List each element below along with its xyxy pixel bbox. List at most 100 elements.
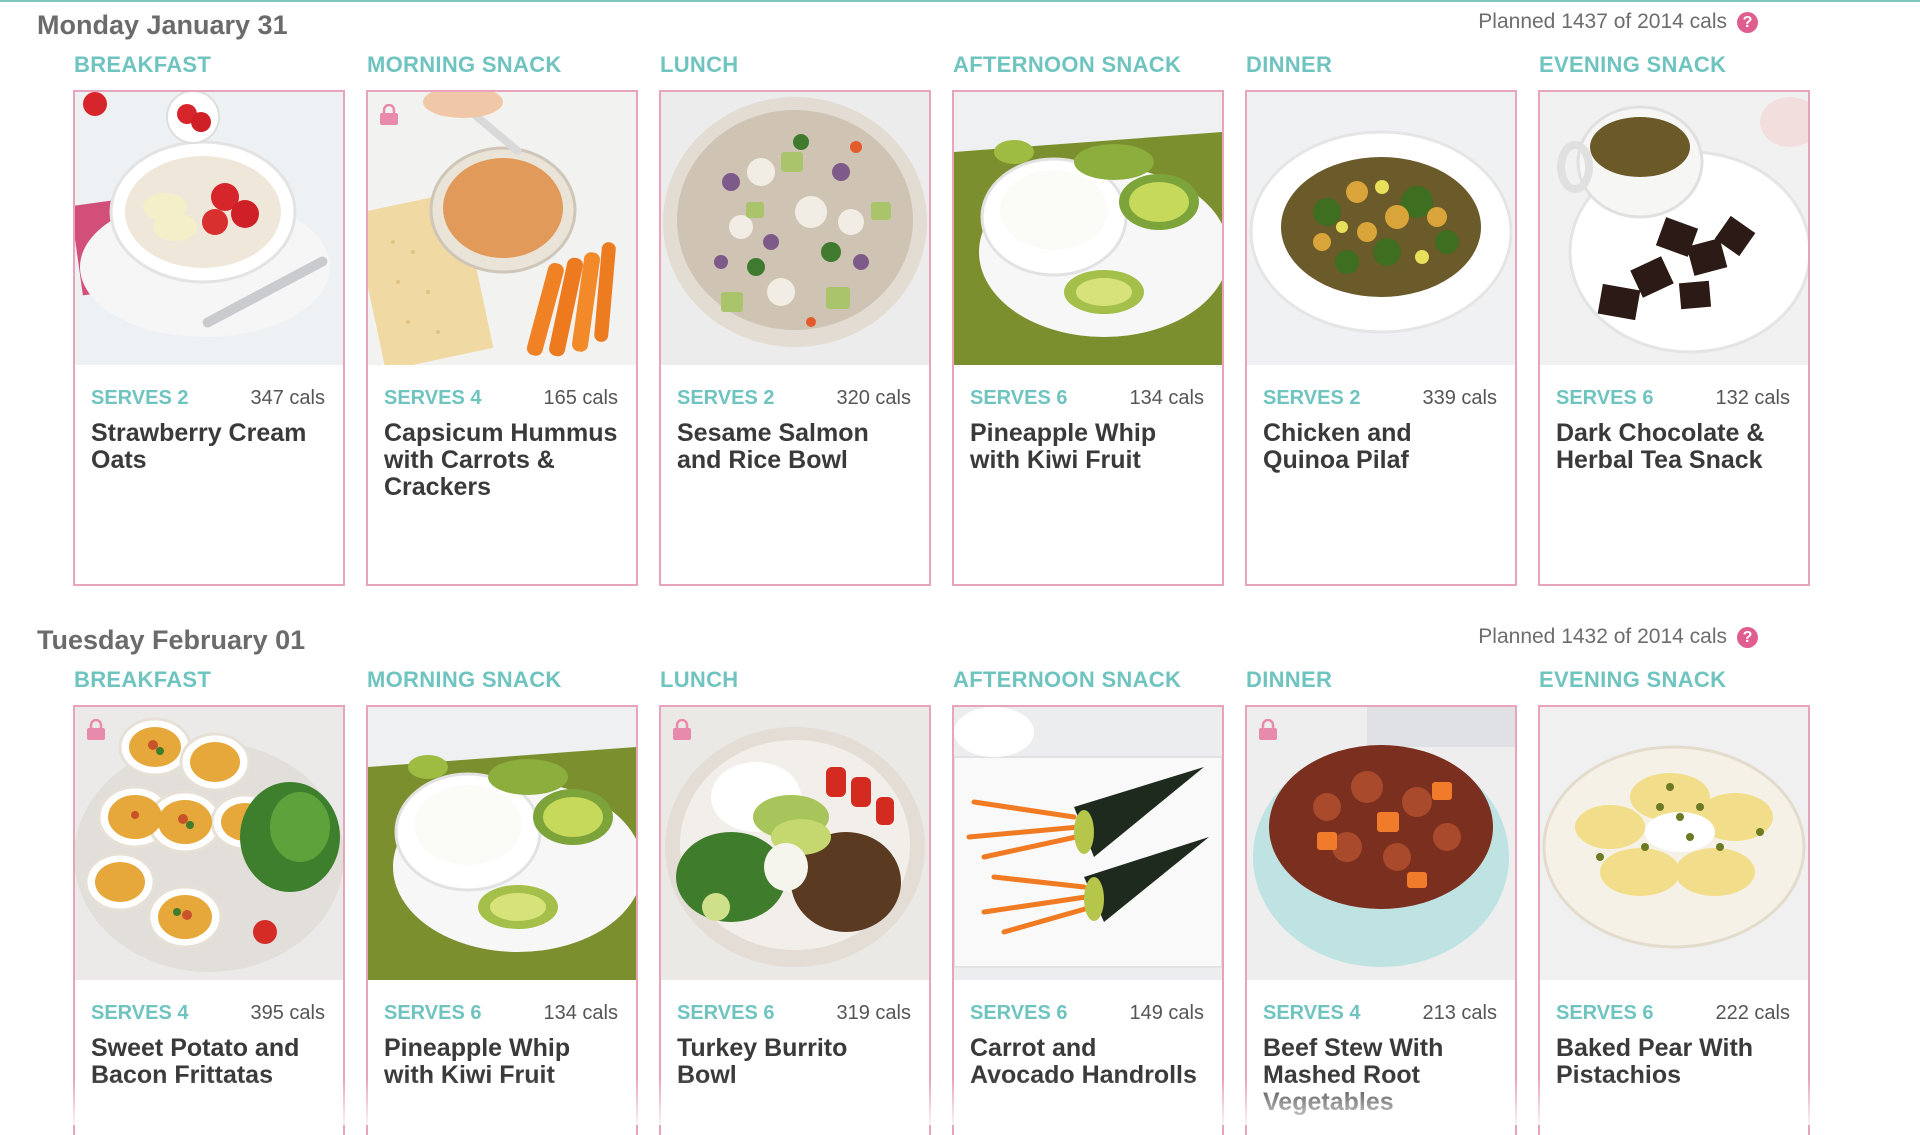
recipe-meta: SERVES 6 134 cals bbox=[970, 387, 1204, 410]
serves-count: SERVES 2 bbox=[677, 387, 775, 409]
recipe-name[interactable]: Pineapple Whip with Kiwi Fruit bbox=[970, 420, 1206, 474]
meal-label: DINNER bbox=[1246, 667, 1333, 692]
recipe-card[interactable]: SERVES 6 319 cals Turkey Burrito Bowl bbox=[659, 705, 931, 1135]
recipe-photo[interactable] bbox=[1247, 707, 1515, 980]
recipe-name[interactable]: Chicken and Quinoa Pilaf bbox=[1263, 420, 1499, 474]
lock-icon[interactable] bbox=[1258, 719, 1278, 741]
meal-label: BREAKFAST bbox=[74, 667, 212, 692]
recipe-photo[interactable] bbox=[1540, 92, 1808, 365]
meal-label: DINNER bbox=[1246, 52, 1333, 77]
planned-calories-text: Planned 1437 of 2014 cals bbox=[1478, 10, 1727, 33]
meal-label: BREAKFAST bbox=[74, 52, 212, 77]
recipe-name[interactable]: Sesame Salmon and Rice Bowl bbox=[677, 420, 913, 474]
calories: 134 cals bbox=[543, 1002, 619, 1024]
lock-icon[interactable] bbox=[379, 104, 399, 126]
meal-column-dinner: DINNER SERVES 2 339 cals Chicken and Qui… bbox=[1245, 52, 1538, 586]
recipe-name[interactable]: Capsicum Hummus with Carrots & Crackers bbox=[384, 420, 620, 501]
serves-count: SERVES 4 bbox=[91, 1002, 189, 1024]
day-title: Tuesday February 01 bbox=[37, 625, 306, 655]
recipe-card[interactable]: SERVES 2 339 cals Chicken and Quinoa Pil… bbox=[1245, 90, 1517, 586]
planned-calories: Planned 1437 of 2014 cals ? bbox=[1478, 10, 1758, 34]
lock-icon[interactable] bbox=[672, 719, 692, 741]
top-divider bbox=[0, 0, 1920, 2]
recipe-card[interactable]: SERVES 6 149 cals Carrot and Avocado Han… bbox=[952, 705, 1224, 1135]
meal-label: MORNING SNACK bbox=[367, 52, 562, 77]
recipe-meta: SERVES 6 149 cals bbox=[970, 1002, 1204, 1025]
serves-count: SERVES 6 bbox=[1556, 387, 1654, 409]
serves-count: SERVES 6 bbox=[970, 1002, 1068, 1024]
planned-calories-text: Planned 1432 of 2014 cals bbox=[1478, 625, 1727, 648]
calories: 149 cals bbox=[1129, 1002, 1205, 1024]
recipe-card[interactable]: SERVES 4 395 cals Sweet Potato and Bacon… bbox=[73, 705, 345, 1135]
serves-count: SERVES 2 bbox=[91, 387, 189, 409]
meal-column-breakfast: BREAKFAST bbox=[73, 52, 366, 586]
recipe-card[interactable]: SERVES 4 213 cals Beef Stew With Mashed … bbox=[1245, 705, 1517, 1135]
recipe-card[interactable]: SERVES 6 222 cals Baked Pear With Pistac… bbox=[1538, 705, 1810, 1135]
recipe-meta: SERVES 2 347 cals bbox=[91, 387, 325, 410]
recipe-meta: SERVES 4 213 cals bbox=[1263, 1002, 1497, 1025]
recipe-photo[interactable] bbox=[954, 92, 1222, 365]
recipe-photo[interactable] bbox=[1540, 707, 1808, 980]
calories: 222 cals bbox=[1715, 1002, 1791, 1024]
recipe-card[interactable]: SERVES 6 134 cals Pineapple Whip with Ki… bbox=[952, 90, 1224, 586]
meal-label: LUNCH bbox=[660, 52, 739, 77]
calories: 132 cals bbox=[1715, 387, 1791, 409]
meal-label: EVENING SNACK bbox=[1539, 667, 1727, 692]
recipe-meta: SERVES 6 134 cals bbox=[384, 1002, 618, 1025]
recipe-card[interactable]: SERVES 2 320 cals Sesame Salmon and Rice… bbox=[659, 90, 931, 586]
recipe-card[interactable]: SERVES 6 134 cals Pineapple Whip with Ki… bbox=[366, 705, 638, 1135]
meal-row: BREAKFAST bbox=[73, 667, 1831, 1135]
recipe-name[interactable]: Dark Chocolate & Herbal Tea Snack bbox=[1556, 420, 1792, 474]
recipe-photo[interactable] bbox=[661, 707, 929, 980]
calories: 319 cals bbox=[836, 1002, 912, 1024]
recipe-photo[interactable] bbox=[75, 707, 343, 980]
day-title: Monday January 31 bbox=[37, 10, 288, 40]
meal-label: EVENING SNACK bbox=[1539, 52, 1727, 77]
baked-pear-pistachios-image bbox=[1540, 707, 1808, 980]
recipe-card[interactable]: SERVES 6 132 cals Dark Chocolate & Herba… bbox=[1538, 90, 1810, 586]
serves-count: SERVES 6 bbox=[1556, 1002, 1654, 1024]
recipe-name[interactable]: Strawberry Cream Oats bbox=[91, 420, 327, 474]
recipe-photo[interactable] bbox=[368, 707, 636, 980]
meal-column-afternoon-snack: AFTERNOON SNACK bbox=[952, 667, 1245, 1135]
recipe-meta: SERVES 6 132 cals bbox=[1556, 387, 1790, 410]
meal-column-evening-snack: EVENING SNACK SERVES 6 222 cals Baked Pe… bbox=[1538, 667, 1831, 1135]
serves-count: SERVES 6 bbox=[677, 1002, 775, 1024]
meal-label: AFTERNOON SNACK bbox=[953, 52, 1182, 77]
recipe-card[interactable]: SERVES 2 347 cals Strawberry Cream Oats bbox=[73, 90, 345, 586]
recipe-meta: SERVES 2 320 cals bbox=[677, 387, 911, 410]
turkey-burrito-bowl-image bbox=[661, 707, 929, 980]
serves-count: SERVES 4 bbox=[1263, 1002, 1361, 1024]
calories: 395 cals bbox=[250, 1002, 326, 1024]
recipe-photo[interactable] bbox=[1247, 92, 1515, 365]
recipe-photo[interactable] bbox=[368, 92, 636, 365]
recipe-meta: SERVES 4 395 cals bbox=[91, 1002, 325, 1025]
meal-column-dinner: DINNER SERVES 4 213 cals Beef Stew With … bbox=[1245, 667, 1538, 1135]
recipe-photo[interactable] bbox=[661, 92, 929, 365]
meal-column-breakfast: BREAKFAST bbox=[73, 667, 366, 1135]
recipe-meta: SERVES 6 222 cals bbox=[1556, 1002, 1790, 1025]
meal-label: AFTERNOON SNACK bbox=[953, 667, 1182, 692]
pineapple-whip-kiwi-image bbox=[368, 707, 636, 980]
recipe-photo[interactable] bbox=[954, 707, 1222, 980]
lock-icon[interactable] bbox=[86, 719, 106, 741]
beef-stew-image bbox=[1247, 707, 1515, 980]
planned-calories: Planned 1432 of 2014 cals ? bbox=[1478, 625, 1758, 649]
bottom-fade bbox=[0, 1078, 1920, 1125]
meal-label: LUNCH bbox=[660, 667, 739, 692]
chicken-quinoa-pilaf-image bbox=[1247, 92, 1515, 365]
recipe-card[interactable]: SERVES 4 165 cals Capsicum Hummus with C… bbox=[366, 90, 638, 586]
help-icon[interactable]: ? bbox=[1737, 626, 1758, 648]
strawberry-cream-oats-image bbox=[75, 92, 343, 365]
sweet-potato-frittatas-image bbox=[75, 707, 343, 980]
recipe-photo[interactable] bbox=[75, 92, 343, 365]
calories: 339 cals bbox=[1422, 387, 1498, 409]
meal-column-evening-snack: EVENING SNACK SERVES 6 132 cals Dark Cho… bbox=[1538, 52, 1831, 586]
meal-column-lunch: LUNCH SERVES 2 320 cals Sesame Salmon an… bbox=[659, 52, 952, 586]
meal-column-morning-snack: MORNING SNACK bbox=[366, 52, 659, 586]
meal-column-morning-snack: MORNING SNACK bbox=[366, 667, 659, 1135]
calories: 134 cals bbox=[1129, 387, 1205, 409]
serves-count: SERVES 6 bbox=[384, 1002, 482, 1024]
serves-count: SERVES 6 bbox=[970, 387, 1068, 409]
help-icon[interactable]: ? bbox=[1737, 11, 1758, 33]
